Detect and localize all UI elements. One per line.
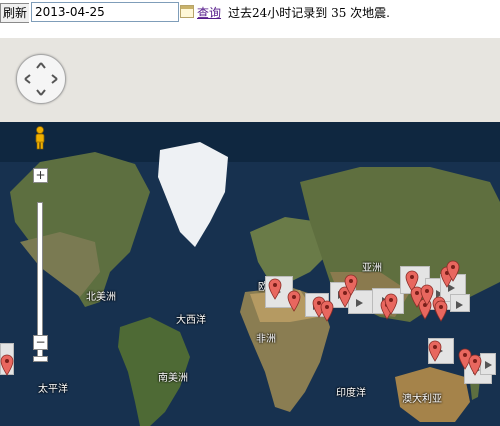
map-label: 太平洋 [38, 384, 68, 395]
map-label: 北美洲 [86, 292, 116, 303]
earthquake-marker-icon[interactable] [0, 354, 14, 376]
map-label: 亚洲 [362, 263, 382, 274]
map-background [0, 38, 500, 122]
pan-control-icon [24, 62, 58, 96]
calendar-icon[interactable] [180, 5, 194, 18]
map-label: 印度洋 [336, 388, 366, 399]
marker-thumbnail[interactable] [450, 294, 470, 312]
zoom-slider-handle[interactable] [33, 356, 48, 362]
marker-thumbnail[interactable] [480, 353, 496, 375]
pegman-icon[interactable] [34, 126, 46, 150]
date-input[interactable] [31, 2, 179, 22]
earthquake-marker-icon[interactable] [434, 300, 448, 322]
earthquake-marker-icon[interactable] [344, 274, 358, 296]
refresh-button[interactable]: 刷新 [0, 3, 30, 23]
earthquake-marker-icon[interactable] [384, 293, 398, 315]
query-link[interactable]: 查询 [197, 4, 221, 21]
earthquake-marker-icon[interactable] [446, 260, 460, 282]
zoom-in-button[interactable]: + [33, 168, 48, 183]
zoom-out-button[interactable]: − [33, 335, 48, 350]
earthquake-marker-icon[interactable] [468, 354, 482, 376]
map-label: 大西洋 [176, 315, 206, 326]
earthquake-marker-icon[interactable] [320, 300, 334, 322]
toolbar: 刷新 查询 过去24小时记录到 35 次地震. [0, 0, 500, 26]
map-label: 南美洲 [158, 373, 188, 384]
status-text: 过去24小时记录到 35 次地震. [228, 6, 390, 20]
map-label: 澳大利亚 [402, 394, 442, 405]
map-label: 非洲 [256, 334, 276, 345]
earthquake-map[interactable]: + − 北美洲 大西洋 非洲 亚洲 欧 南美洲 太平洋 印度洋 澳大利亚 [0, 38, 500, 426]
earthquake-marker-icon[interactable] [287, 290, 301, 312]
earthquake-marker-icon[interactable] [268, 278, 282, 300]
earthquake-marker-icon[interactable] [428, 340, 442, 362]
pan-control[interactable] [16, 54, 66, 104]
